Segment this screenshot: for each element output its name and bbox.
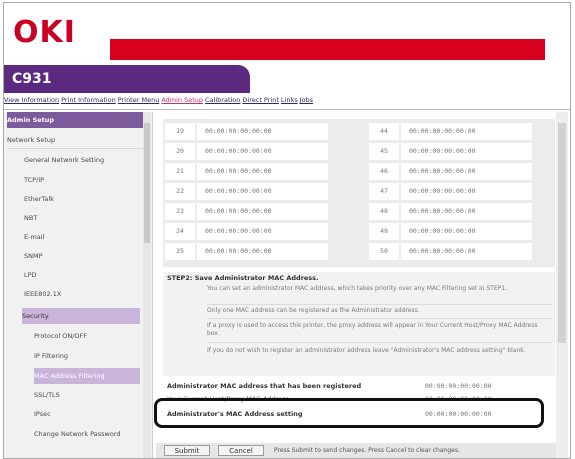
mac-address-field[interactable]: 00:00:00:00:00:00 [401,183,532,200]
mac-row-number: 49 [369,223,399,240]
sidebar-item[interactable]: Admin Setup [7,112,143,128]
mac-address-field[interactable]: 00:00:00:00:00:00 [401,123,532,140]
admin-registered-value: 00:00:00:00:00:00 [425,382,492,390]
sidebar-item[interactable]: IPsec [34,406,143,422]
model-banner: C931 [4,65,250,93]
oki-logo: OKI [13,15,76,50]
mac-address-field[interactable]: 00:00:00:00:00:00 [197,223,328,240]
sidebar-scroll-thumb[interactable] [144,123,150,243]
menu-item[interactable]: Admin Setup [161,96,203,104]
brand-red-bar [110,39,545,60]
menu-item[interactable]: View Information [4,96,59,104]
mac-row-number: 21 [165,163,195,180]
step2-title: STEP2: Save Administrator MAC Address. [167,274,319,282]
sidebar-item[interactable]: MAC Address Filtering [34,368,140,384]
step2-text-3: If a proxy is used to access this printe… [207,322,538,337]
mac-address-field[interactable]: 00:00:00:00:00:00 [197,123,328,140]
mac-address-table: 19 00:00:00:00:00:00 20 00:00:00:00:00:00 21… [163,119,555,267]
footer-bar: Submit Cancel Press Submit to send chang… [156,443,556,458]
highlight-callout [154,398,544,428]
step2-text-1: You can set an administrator MAC address… [207,285,508,292]
sidebar: Admin Setup Network Setup General Network … [4,112,153,458]
mac-row-number: 45 [369,143,399,160]
brand-header: OKI [4,3,570,63]
mac-address-field[interactable]: 00:00:00:00:00:00 [197,203,328,220]
mac-address-field[interactable]: 00:00:00:00:00:00 [401,163,532,180]
cancel-button[interactable]: Cancel [218,445,264,456]
mac-row-number: 22 [165,183,195,200]
step2-text-4: If you do not wish to register an admini… [207,347,526,354]
sidebar-item[interactable]: IEEE802.1X [24,286,143,302]
submit-button[interactable]: Submit [164,445,210,456]
sidebar-item[interactable]: General Network Setting [24,152,143,168]
mac-row-number: 19 [165,123,195,140]
mac-address-field[interactable]: 00:00:00:00:00:00 [401,143,532,160]
mac-row-number: 24 [165,223,195,240]
mac-row-number: 50 [369,243,399,260]
sidebar-item[interactable]: E-mail [24,229,143,245]
sidebar-item[interactable]: SSL/TLS [34,387,143,403]
mac-row-number: 44 [369,123,399,140]
mac-row-number: 46 [369,163,399,180]
mac-address-field[interactable]: 00:00:00:00:00:00 [401,203,532,220]
sidebar-item[interactable]: Network Setup [7,132,143,149]
sidebar-item[interactable]: Change Network Password [34,426,143,442]
mac-row-number: 23 [165,203,195,220]
sidebar-item[interactable]: LPD [24,267,143,283]
divider [207,304,552,305]
admin-registered-label: Administrator MAC address that has been … [167,382,362,390]
mac-row-number: 48 [369,203,399,220]
mac-row-number: 20 [165,143,195,160]
sidebar-item[interactable]: Protocol ON/OFF [34,328,143,344]
mac-address-field[interactable]: 00:00:00:00:00:00 [401,243,532,260]
sidebar-item[interactable]: EtherTalk [24,191,143,207]
mac-address-field[interactable]: 00:00:00:00:00:00 [401,223,532,240]
mac-address-field[interactable]: 00:00:00:00:00:00 [197,143,328,160]
mac-row-number: 47 [369,183,399,200]
sidebar-item[interactable]: NBT [24,210,143,226]
step2-text-2: Only one MAC address can be registered a… [207,307,420,314]
content-scroll-thumb[interactable] [558,123,566,343]
menu-item[interactable]: Calibration [205,96,240,104]
menu-item[interactable]: Printer Menu [118,96,160,104]
browser-frame: OKI C931 View Information Print Informati… [3,2,571,459]
mac-address-field[interactable]: 00:00:00:00:00:00 [197,183,328,200]
sidebar-item[interactable]: SNMP [24,248,143,264]
admin-registered-row: Administrator MAC address that has been … [163,380,555,392]
divider [207,342,552,343]
footer-note: Press Submit to send changes. Press Canc… [274,447,460,454]
step2-section: STEP2: Save Administrator MAC Address. Y… [163,272,555,376]
menu-item[interactable]: Direct Print [242,96,278,104]
menu-item[interactable]: Jobs [300,96,313,104]
sidebar-item[interactable]: IP Filtering [34,348,143,364]
menu-item[interactable]: Links [281,96,298,104]
model-name: C931 [12,71,52,87]
menu-item[interactable]: Print Information [61,96,116,104]
sidebar-item[interactable]: TCP/IP [24,172,143,188]
mac-address-field[interactable]: 00:00:00:00:00:00 [197,243,328,260]
mac-address-field[interactable]: 00:00:00:00:00:00 [197,163,328,180]
top-menu: View Information Print Information Printer… [4,96,570,108]
divider [207,318,552,319]
menu-divider [4,109,570,110]
sidebar-item[interactable]: Security [22,308,140,324]
mac-row-number: 25 [165,243,195,260]
